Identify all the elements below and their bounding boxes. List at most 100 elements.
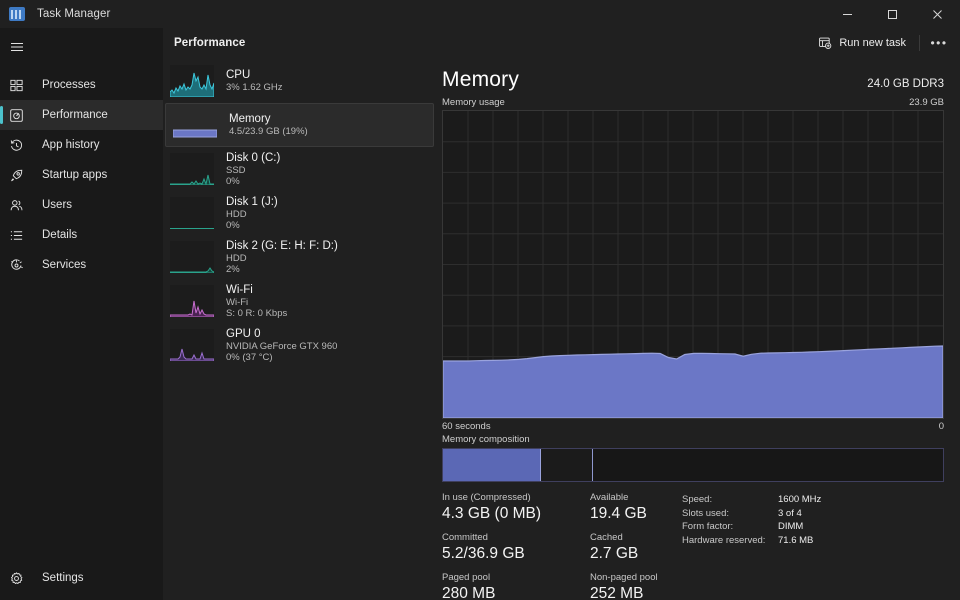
sidebar-label-processes: Processes: [42, 79, 96, 91]
stat-cached: Cached 2.7 GB: [590, 532, 682, 563]
minimize-icon: [843, 13, 852, 15]
device-name-disk1: Disk 1 (J:): [226, 195, 278, 208]
memory-composition-label: Memory composition: [442, 434, 530, 445]
stat-available: Available 19.4 GB: [590, 492, 682, 523]
memory-usage-graph: [442, 110, 944, 419]
window-body: Processes Performance App history Startu…: [0, 28, 960, 600]
stat-label-available: Available: [590, 492, 629, 503]
cpu-thumbnail-graph: [170, 65, 214, 97]
performance-panels: CPU 3% 1.62 GHz Memory 4.5/23.9 GB (19%): [163, 57, 960, 600]
sidebar-item-app-history[interactable]: App history: [0, 130, 163, 160]
sidebar-label-app-history: App history: [42, 139, 100, 151]
memory-header-row: Memory 24.0 GB DDR3: [442, 57, 960, 93]
stat-in-use: In use (Compressed) 4.3 GB (0 MB): [442, 492, 590, 523]
task-manager-window: Task Manager Processes Performance App h…: [0, 0, 960, 600]
new-task-icon: [818, 36, 832, 50]
memory-detail-pane: Memory 24.0 GB DDR3 Memory usage 23.9 GB: [436, 57, 960, 600]
composition-segment-in-use[interactable]: [443, 449, 541, 481]
sidebar-item-startup-apps[interactable]: Startup apps: [0, 160, 163, 190]
stat-label-paged-pool: Paged pool: [442, 572, 491, 583]
people-icon: [9, 198, 29, 213]
stat-committed: Committed 5.2/36.9 GB: [442, 532, 590, 563]
header-divider: [919, 34, 920, 51]
processes-grid-icon: [9, 78, 29, 93]
maximize-button[interactable]: [870, 0, 915, 28]
system-value-speed: 1600 MHz: [778, 494, 822, 505]
system-label-hardware-reserved: Hardware reserved:: [682, 534, 766, 546]
device-text-disk1: Disk 1 (J:) HDD 0%: [226, 195, 278, 232]
performance-device-list: CPU 3% 1.62 GHz Memory 4.5/23.9 GB (19%): [163, 57, 436, 600]
window-title: Task Manager: [37, 8, 111, 20]
page-title: Performance: [174, 36, 246, 49]
graph-title: Memory usage: [442, 97, 505, 108]
system-label-form-factor: Form factor:: [682, 521, 734, 532]
device-item-disk2[interactable]: Disk 2 (G: E: H: F: D:) HDD 2%: [163, 235, 436, 279]
graph-time-axis: 60 seconds 0: [442, 419, 960, 432]
stat-value-paged-pool: 280 MB: [442, 585, 496, 600]
stats-column-left: In use (Compressed) 4.3 GB (0 MB) Commit…: [442, 492, 590, 600]
sidebar-label-settings: Settings: [42, 572, 84, 584]
run-new-task-button[interactable]: Run new task: [811, 32, 913, 54]
stats-column-middle: Available 19.4 GB Cached 2.7 GB Non-page…: [590, 492, 682, 600]
sidebar-label-startup-apps: Startup apps: [42, 169, 108, 181]
more-options-button[interactable]: •••: [926, 32, 952, 54]
sidebar-item-processes[interactable]: Processes: [0, 70, 163, 100]
device-detail-cpu: 3% 1.62 GHz: [226, 82, 283, 94]
device-text-disk2: Disk 2 (G: E: H: F: D:) HDD 2%: [226, 239, 338, 276]
sidebar-item-services[interactable]: Services: [0, 250, 163, 280]
sidebar-item-users[interactable]: Users: [0, 190, 163, 220]
disk0-thumbnail-graph: [170, 153, 214, 185]
run-new-task-label: Run new task: [839, 36, 906, 49]
disk2-thumbnail-graph: [170, 241, 214, 273]
device-type-disk2: HDD: [226, 252, 247, 264]
composition-segment-modified[interactable]: [541, 449, 593, 481]
device-usage-disk0: 0%: [226, 176, 240, 187]
close-button[interactable]: [915, 0, 960, 28]
graph-time-start: 60 seconds: [442, 421, 491, 432]
stat-label-non-paged-pool: Non-paged pool: [590, 572, 658, 583]
stat-value-committed: 5.2/36.9 GB: [442, 545, 525, 562]
stat-value-available: 19.4 GB: [590, 505, 647, 522]
content-area: Performance Run new task ••• CPU 3% 1.62…: [163, 28, 960, 600]
device-item-disk0[interactable]: Disk 0 (C:) SSD 0%: [163, 147, 436, 191]
graph-label-row: Memory usage 23.9 GB: [442, 93, 960, 110]
stat-paged-pool: Paged pool 280 MB: [442, 572, 590, 600]
device-name-memory: Memory: [229, 113, 271, 126]
memory-statistics: In use (Compressed) 4.3 GB (0 MB) Commit…: [442, 482, 960, 600]
device-item-cpu[interactable]: CPU 3% 1.62 GHz: [163, 59, 436, 103]
stat-non-paged-pool: Non-paged pool 252 MB: [590, 572, 682, 600]
device-type-wifi: Wi-Fi: [226, 296, 249, 308]
sidebar-item-performance[interactable]: Performance: [0, 100, 163, 130]
composition-segment-standby-free[interactable]: [593, 449, 943, 481]
memory-thumbnail-graph: [173, 109, 217, 141]
memory-capacity: 24.0 GB DDR3: [867, 78, 944, 90]
device-item-wifi[interactable]: Wi-Fi Wi-Fi S: 0 R: 0 Kbps: [163, 279, 436, 323]
device-detail-memory: 4.5/23.9 GB (19%): [229, 126, 308, 138]
device-name-cpu: CPU: [226, 69, 251, 82]
services-gear-icon: [9, 258, 29, 273]
sidebar-label-users: Users: [42, 199, 73, 211]
device-usage-gpu0: 0% (37 °C): [226, 352, 273, 363]
sidebar-label-services: Services: [42, 259, 87, 271]
device-item-gpu0[interactable]: GPU 0 NVIDIA GeForce GTX 960 0% (37 °C): [163, 323, 436, 367]
stat-value-non-paged-pool: 252 MB: [590, 585, 644, 600]
gear-icon: [9, 571, 29, 586]
stat-value-in-use: 4.3 GB (0 MB): [442, 505, 542, 522]
device-text-disk0: Disk 0 (C:) SSD 0%: [226, 151, 280, 188]
minimize-button[interactable]: [825, 0, 870, 28]
title-bar: Task Manager: [0, 0, 960, 28]
wifi-thumbnail-graph: [170, 285, 214, 317]
device-text-cpu: CPU 3% 1.62 GHz: [226, 68, 283, 94]
system-label-slots-used: Slots used:: [682, 507, 729, 519]
sidebar-label-performance: Performance: [42, 109, 108, 121]
device-model-gpu0: NVIDIA GeForce GTX 960: [226, 340, 338, 352]
device-item-disk1[interactable]: Disk 1 (J:) HDD 0%: [163, 191, 436, 235]
nav-toggle-button[interactable]: [0, 31, 163, 63]
sidebar-item-settings[interactable]: Settings: [0, 563, 163, 593]
device-item-memory[interactable]: Memory 4.5/23.9 GB (19%): [165, 103, 434, 147]
stat-label-cached: Cached: [590, 532, 623, 543]
sidebar-item-details[interactable]: Details: [0, 220, 163, 250]
system-row-form-factor: Form factor: DIMM: [682, 520, 944, 534]
memory-composition-bar[interactable]: [442, 448, 944, 482]
stat-label-in-use: In use (Compressed): [442, 492, 531, 503]
